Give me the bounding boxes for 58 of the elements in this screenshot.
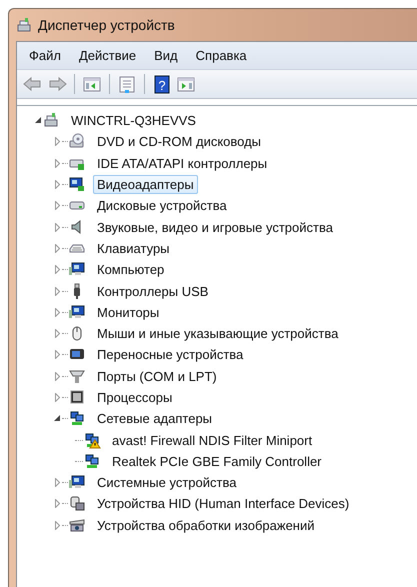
tree-item[interactable]: Порты (COM и LPT) xyxy=(93,366,221,386)
tree-item[interactable]: Мыши и иные указывающие устройства xyxy=(93,324,342,344)
properties-icon[interactable] xyxy=(117,74,137,94)
tree-item[interactable]: Процессоры xyxy=(93,388,176,407)
expand-arrow-icon[interactable] xyxy=(54,520,60,530)
tree-item[interactable]: Устройства HID (Human Interface Devices) xyxy=(93,494,354,514)
tree-item[interactable]: Клавиатуры xyxy=(93,238,174,258)
computer-icon xyxy=(16,17,32,33)
port-icon xyxy=(69,368,86,385)
tree-item[interactable]: Сетевые адаптеры xyxy=(93,409,216,428)
expand-arrow-icon[interactable] xyxy=(54,222,60,232)
expand-arrow-icon[interactable] xyxy=(54,478,60,488)
tree-item[interactable]: Устройства обработки изображений xyxy=(93,516,319,535)
network-adapter-icon xyxy=(69,410,86,428)
tree-item[interactable]: Компьютер xyxy=(93,260,168,280)
tree-item[interactable]: IDE ATA/ATAPI контроллеры xyxy=(93,154,272,173)
menu-item[interactable]: Файл xyxy=(29,48,61,63)
action-pane-icon[interactable] xyxy=(176,74,196,94)
expand-arrow-icon[interactable] xyxy=(54,499,60,508)
menu-item[interactable]: Вид xyxy=(154,48,178,63)
tree-pane-icon[interactable] xyxy=(82,74,102,94)
expand-arrow-icon[interactable] xyxy=(54,137,60,146)
expand-arrow-icon[interactable] xyxy=(54,180,60,190)
expand-arrow-icon[interactable] xyxy=(54,329,60,338)
hid-device-icon xyxy=(69,495,86,512)
tree-item[interactable]: Контроллеры USB xyxy=(93,282,212,301)
disc-drive-icon xyxy=(69,133,86,150)
tree-item[interactable]: Переносные устройства xyxy=(93,345,248,364)
tree-item[interactable]: avast! Firewall NDIS Filter Miniport xyxy=(108,430,316,450)
tree-item[interactable]: DVD и CD-ROM дисководы xyxy=(93,132,266,152)
menu-item[interactable]: Справка xyxy=(196,48,247,63)
expand-arrow-icon[interactable] xyxy=(54,308,60,317)
tree-item[interactable]: Звуковые, видео и игровые устройства xyxy=(93,218,337,237)
network-adapter-icon xyxy=(84,452,101,470)
expand-arrow-icon[interactable] xyxy=(54,158,60,168)
collapse-arrow-icon[interactable] xyxy=(54,415,60,422)
tree-item[interactable]: Видеоадаптеры xyxy=(93,175,198,194)
window-title: Диспетчер устройств xyxy=(38,17,175,33)
menu-item[interactable]: Действие xyxy=(78,48,136,63)
expand-arrow-icon[interactable] xyxy=(54,393,60,402)
camera-icon xyxy=(69,516,86,534)
computer-icon xyxy=(43,112,60,130)
display-adapter-icon xyxy=(69,176,86,194)
monitor-icon xyxy=(69,304,86,321)
expand-arrow-icon[interactable] xyxy=(54,286,60,296)
expand-arrow-icon[interactable] xyxy=(54,244,60,253)
tree-item[interactable]: WINCTRL-Q3HEVVS xyxy=(67,111,200,130)
expand-arrow-icon[interactable] xyxy=(54,372,60,381)
tree-item[interactable]: Дисковые устройства xyxy=(93,196,231,216)
collapse-arrow-icon[interactable] xyxy=(34,117,42,124)
expand-arrow-icon[interactable] xyxy=(54,265,60,274)
processor-icon xyxy=(69,389,86,406)
help-icon[interactable]: ? xyxy=(152,74,172,94)
tree-item[interactable]: Системные устройства xyxy=(93,473,240,492)
tree-item[interactable]: Мониторы xyxy=(93,302,164,322)
expand-arrow-icon[interactable] xyxy=(54,350,60,360)
expand-arrow-icon[interactable] xyxy=(54,201,60,210)
tree-item[interactable]: Realtek PCIe GBE Family Controller xyxy=(108,452,326,471)
